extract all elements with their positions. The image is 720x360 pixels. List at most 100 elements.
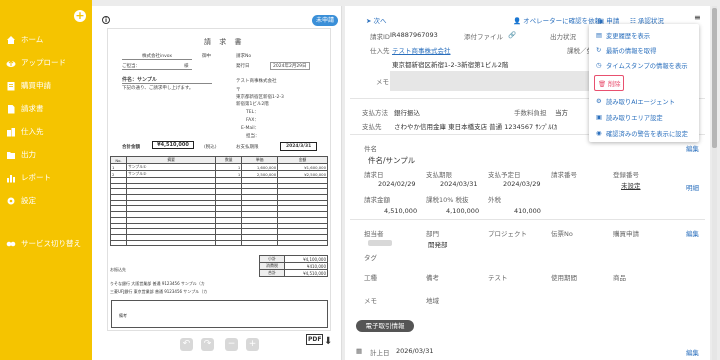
menu-item-history[interactable]: ▤ 変更履歴を表示 xyxy=(596,31,650,40)
sidebar-item-purchase[interactable]: 購買申請 xyxy=(6,80,51,91)
summary-row: 消費税 ¥410,000 xyxy=(259,262,329,270)
sidebar-item-home[interactable]: ホーム xyxy=(6,34,43,45)
redo-button[interactable]: ↷ xyxy=(201,338,214,351)
sidebar-item-invoice[interactable]: 請求書 xyxy=(6,103,44,114)
menu-item-area[interactable]: ▣ 読み取りエリア設定 xyxy=(596,113,663,122)
memo-field[interactable] xyxy=(390,71,600,91)
edit-button[interactable]: 編集 xyxy=(686,347,699,357)
request-operator-button[interactable]: 👤 オペレーターに確認を依頼 xyxy=(513,15,601,25)
table-header: 数量 xyxy=(215,156,243,164)
remarks-label: 備考 xyxy=(426,274,439,282)
export-icon xyxy=(6,150,16,160)
doc-address2: 新宿第1ビル2階 xyxy=(236,102,269,107)
ai-icon: ⚙ xyxy=(596,98,602,105)
zoom-in-button[interactable]: + xyxy=(246,338,259,351)
reg-no-label: 登録番号 xyxy=(613,171,639,179)
trash-icon: 🗑 xyxy=(598,81,606,88)
sidebar-item-export[interactable]: 出力 xyxy=(6,149,36,160)
vendor-link[interactable]: テスト商事株式会社 xyxy=(392,45,451,55)
sidebar-item-switch-service[interactable]: サービス切り替え xyxy=(6,238,81,249)
fee-label: 手数料負担 xyxy=(514,109,547,117)
summary-value: ¥4,100,000 xyxy=(283,255,329,263)
building-icon xyxy=(6,127,16,137)
sidebar-item-settings[interactable]: 設定 xyxy=(6,195,36,206)
add-icon[interactable]: + xyxy=(74,10,86,22)
menu-item-timestamp[interactable]: ◷ タイムスタンプの情報を表示 xyxy=(596,61,688,70)
table-cell xyxy=(277,239,328,247)
owner-avatar xyxy=(368,240,392,246)
doc-issue-date: 2024年2月29日 xyxy=(270,62,310,70)
menu-item-label: 最新の情報を取得 xyxy=(606,48,657,55)
scrollbar-thumb[interactable] xyxy=(712,8,717,148)
doc-attn: ご担当： xyxy=(122,63,192,70)
invoice-date-label: 請求日 xyxy=(364,171,384,179)
summary-row: 合計 ¥4,510,000 xyxy=(259,269,329,277)
table-header: 金額 xyxy=(277,156,328,164)
dept-label: 部門 xyxy=(426,230,439,238)
pay-plan-date: 2024/03/29 xyxy=(503,180,541,188)
fee: 当方 xyxy=(555,109,568,117)
info-icon[interactable]: i xyxy=(102,16,110,24)
zoom-out-button[interactable]: − xyxy=(225,338,238,351)
sidebar-item-label: 仕入先 xyxy=(21,127,44,136)
sidebar-item-label: 購買申請 xyxy=(21,81,51,90)
recorded-label: 計上日 xyxy=(370,349,390,357)
area-icon: ▣ xyxy=(596,114,602,121)
amount-label: 請求金額 xyxy=(364,196,390,204)
summary-value: ¥4,510,000 xyxy=(283,269,329,277)
table-cell: 2,500,000 xyxy=(241,170,279,178)
doc-postal: 〒 xyxy=(236,88,241,93)
doc-total-value: ¥4,510,000 xyxy=(152,141,194,149)
area-label: 地域 xyxy=(426,297,439,305)
sidebar-item-upload[interactable]: アップロード xyxy=(6,57,66,68)
menu-icon[interactable]: ≡ xyxy=(694,13,701,22)
download-icon[interactable]: ⬇ xyxy=(324,336,332,347)
summary-key: 小計 xyxy=(259,255,285,263)
table-cell: ¥1,600,000 xyxy=(277,163,328,171)
menu-item-label: 確認済みの警告を表示に設定 xyxy=(606,131,688,138)
project-label: プロジェクト xyxy=(488,230,527,238)
sidebar-item-report[interactable]: レポート xyxy=(6,172,51,183)
output-status-label: 出力状況 xyxy=(550,33,576,41)
summary-key: 合計 xyxy=(259,269,285,277)
test-label: テスト xyxy=(488,274,508,282)
paperclip-icon[interactable]: 🔗 xyxy=(508,31,516,39)
upload-icon xyxy=(6,58,16,68)
edit-button[interactable]: 編集 xyxy=(686,143,699,153)
menu-item-delete[interactable]: 🗑 削除 xyxy=(598,79,621,88)
table-cell: サンプル① xyxy=(125,163,217,171)
detail-button[interactable]: 明細 xyxy=(686,182,699,192)
product-label: 商品 xyxy=(613,274,626,282)
invoice-date: 2024/02/29 xyxy=(378,180,416,188)
subject-label: 件名 xyxy=(364,145,377,153)
invoice-no-label: 請求番号 xyxy=(551,171,577,179)
menu-item-ai-agent[interactable]: ⚙ 読み取りAIエージェント xyxy=(596,97,675,106)
doc-issuer: テスト商事株式会社 xyxy=(236,79,277,84)
menu-item-label: 変更履歴を表示 xyxy=(606,33,651,40)
doc-person: 担当： xyxy=(246,134,260,139)
table-header: 摘要 xyxy=(125,156,217,164)
doc-address1: 東京都新宿区新宿1-2-3 xyxy=(236,95,284,100)
document-icon xyxy=(6,104,16,114)
next-button[interactable]: ➤ 次へ xyxy=(366,15,387,25)
menu-item-refresh[interactable]: ↻ 最新の情報を取得 xyxy=(596,46,656,55)
sidebar-item-label: アップロード xyxy=(21,58,66,67)
doc-bank2: 三菱UFJ銀行 東京営業部 普通 9123456 サンプル（カ xyxy=(110,289,208,294)
edit-button[interactable]: 編集 xyxy=(686,228,699,238)
table-header: 単価 xyxy=(241,156,279,164)
doc-no-label: 請求No xyxy=(236,54,252,59)
pay-plan-label: 支払予定日 xyxy=(488,171,521,179)
pdf-icon[interactable]: PDF xyxy=(306,334,324,345)
doc-bank1: りそな銀行 大阪営業部 普通 9123456 サンプル（カ xyxy=(110,281,205,286)
table-header: No. xyxy=(110,156,127,164)
clock-icon: ◷ xyxy=(596,62,602,69)
undo-button[interactable]: ↶ xyxy=(180,338,193,351)
summary-value: ¥410,000 xyxy=(283,262,329,270)
reg-no[interactable]: 未設定 xyxy=(621,180,641,190)
sidebar-item-vendor[interactable]: 仕入先 xyxy=(6,126,44,137)
table-cell: 1 xyxy=(110,163,127,171)
menu-item-warnings[interactable]: ◉ 確認済みの警告を表示に設定 xyxy=(596,129,688,138)
doc-summary-table: 小計 ¥4,100,000 消費税 ¥410,000 合計 ¥4,510,000 xyxy=(259,255,329,277)
work-label: 工種 xyxy=(364,274,377,282)
sidebar-item-label: ホーム xyxy=(21,35,44,44)
